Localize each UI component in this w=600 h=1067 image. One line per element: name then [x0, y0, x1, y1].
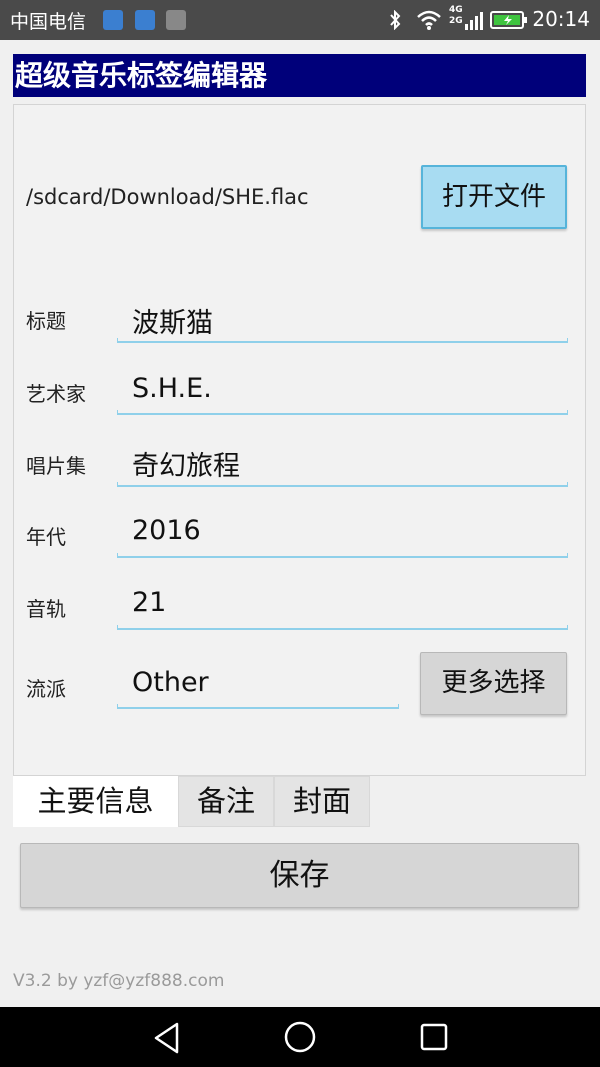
genre-label: 流派	[26, 677, 66, 701]
status-bar: 中国电信 4G 2G 20:14	[0, 0, 600, 40]
album-label: 唱片集	[26, 454, 86, 478]
track-input-underline	[117, 625, 568, 630]
save-button[interactable]: 保存	[20, 843, 579, 908]
file-path: /sdcard/Download/SHE.flac	[26, 185, 309, 209]
title-input[interactable]: 波斯猫	[132, 301, 213, 340]
track-label: 音轨	[26, 597, 66, 621]
network-type-label: 4G 2G	[449, 5, 463, 26]
artist-input[interactable]: S.H.E.	[132, 373, 212, 404]
clock: 20:14	[532, 7, 590, 31]
year-input[interactable]: 2016	[132, 515, 201, 546]
year-input-underline	[117, 553, 568, 558]
tab-notes[interactable]: 备注	[178, 776, 274, 827]
recent-apps-icon[interactable]	[419, 1022, 449, 1052]
album-input[interactable]: 奇幻旅程	[132, 444, 240, 483]
image-icon	[166, 10, 186, 30]
artist-label: 艺术家	[26, 382, 86, 406]
tab-main-info[interactable]: 主要信息	[13, 776, 178, 827]
bluetooth-icon	[390, 10, 401, 30]
battery-charging-icon	[490, 11, 527, 29]
open-file-button[interactable]: 打开文件	[421, 165, 567, 229]
carrier-label: 中国电信	[10, 11, 87, 33]
genre-input[interactable]: Other	[132, 667, 209, 698]
home-icon[interactable]	[283, 1020, 317, 1054]
more-options-button[interactable]: 更多选择	[420, 652, 567, 715]
artist-input-underline	[117, 410, 568, 415]
tab-cover[interactable]: 封面	[274, 776, 370, 827]
genre-input-underline	[117, 704, 399, 709]
title-input-underline	[117, 338, 568, 343]
wifi-icon	[417, 10, 441, 30]
back-icon[interactable]	[152, 1022, 182, 1054]
album-input-underline	[117, 482, 568, 487]
title-label: 标题	[26, 309, 66, 333]
track-input[interactable]: 21	[132, 587, 166, 618]
app-title: 超级音乐标签编辑器	[13, 54, 586, 97]
navigation-bar	[0, 1007, 600, 1067]
usb-icon	[135, 10, 155, 30]
year-label: 年代	[26, 525, 66, 549]
main-info-panel: /sdcard/Download/SHE.flac 打开文件 标题 波斯猫 艺术…	[13, 104, 586, 776]
version-label: V3.2 by yzf@yzf888.com	[13, 971, 225, 991]
signal-icon	[465, 12, 483, 30]
notification-icon	[103, 10, 123, 30]
